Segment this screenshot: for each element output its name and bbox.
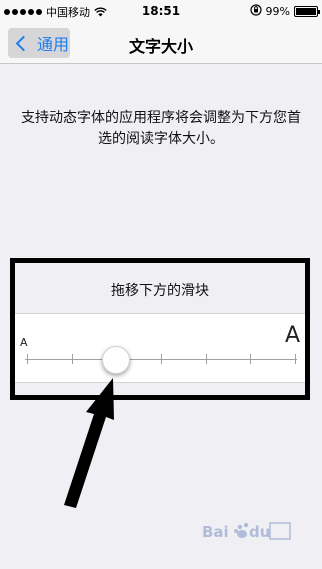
slider-tick (205, 354, 207, 364)
slider-instruction-label: 拖移下方的滑块 (111, 283, 209, 299)
status-bar-right: 99% (249, 4, 320, 19)
navigation-bar: 通用 文字大小 (0, 22, 322, 64)
large-text-size-icon: A (284, 323, 300, 348)
slider-tick (27, 354, 28, 364)
slider-tick (71, 354, 73, 364)
battery-level (296, 8, 316, 15)
slider-tick (295, 354, 296, 364)
slider-tick (250, 354, 252, 364)
description-text: 支持动态字体的应用程序将会调整为下方您首选的阅读字体大小。 (21, 110, 301, 147)
text-size-slider[interactable]: A A (15, 313, 305, 383)
small-text-size-icon: A (20, 336, 28, 349)
annotation-arrow (64, 378, 114, 508)
page-title: 文字大小 (128, 37, 193, 56)
battery-icon (294, 6, 320, 17)
slider-tick (161, 354, 162, 364)
highlight-frame: 拖移下方的滑块 A A (10, 258, 310, 400)
svg-text:du: du (249, 523, 270, 541)
status-bar: 中国移动 18:51 99% (0, 0, 322, 22)
baidu-jingyan-watermark: Bai du (202, 522, 291, 541)
battery-percent: 99% (265, 5, 290, 18)
rotation-lock-icon (249, 4, 262, 19)
svg-text:Bai: Bai (202, 523, 229, 541)
